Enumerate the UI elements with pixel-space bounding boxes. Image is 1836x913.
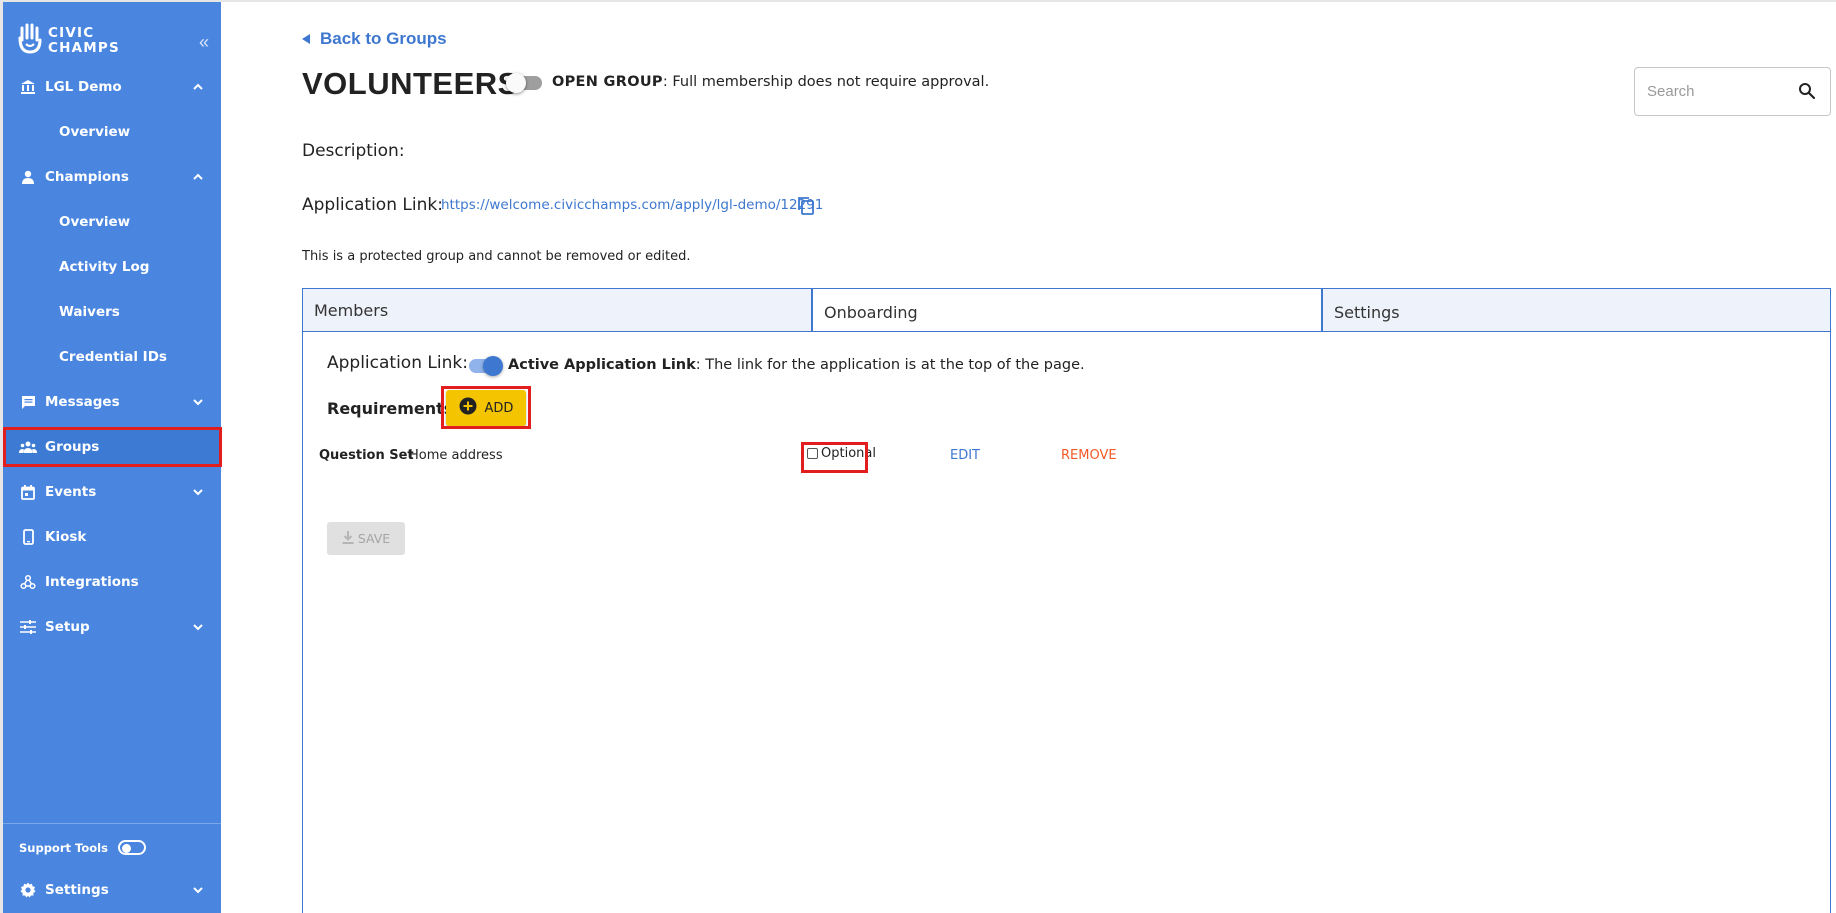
sidebar-subitem-label: Activity Log (59, 259, 150, 275)
active-application-link-text: Active Application Link: The link for th… (508, 357, 1085, 373)
tab-onboarding[interactable]: Onboarding (812, 288, 1322, 332)
support-tools: Support Tools (19, 840, 146, 855)
tab-label: Onboarding (824, 303, 918, 322)
sliders-icon (19, 618, 37, 636)
sidebar-subitem-label: Waivers (59, 304, 120, 320)
sidebar-subitem-activity-log[interactable]: Activity Log (3, 247, 221, 287)
requirements-label: Requirements: (327, 399, 460, 418)
sidebar-item-messages[interactable]: Messages (3, 382, 221, 422)
sidebar-item-label: Integrations (45, 574, 139, 590)
onboarding-application-link-label: Application Link: (327, 353, 468, 373)
sidebar-item-label: Kiosk (45, 529, 87, 545)
add-circle-icon (459, 397, 477, 419)
remove-requirement-link[interactable]: REMOVE (1061, 448, 1117, 463)
phone-icon (19, 528, 37, 546)
integrations-icon (19, 573, 37, 591)
hand-logo-icon (18, 22, 42, 59)
chevron-down-icon (191, 485, 205, 499)
requirement-row: Question Set Home address Optional EDIT … (319, 442, 1319, 473)
sidebar-item-settings[interactable]: Settings (3, 870, 221, 910)
sidebar-item-label: LGL Demo (45, 79, 122, 95)
optional-checkbox[interactable] (807, 448, 818, 459)
sidebar-subitem-credential-ids[interactable]: Credential IDs (3, 337, 221, 377)
message-icon (19, 393, 37, 411)
back-to-groups-link[interactable]: Back to Groups (302, 29, 447, 49)
requirement-name: Home address (409, 448, 503, 463)
optional-label: Optional (821, 446, 876, 461)
active-application-link-toggle[interactable] (469, 356, 503, 376)
sidebar-subitem-label: Overview (59, 124, 131, 140)
support-tools-toggle[interactable] (117, 840, 146, 855)
sidebar-item-lgl-demo[interactable]: LGL Demo (3, 67, 221, 107)
sidebar-subitem-org-overview[interactable]: Overview (3, 112, 221, 152)
sidebar-subitem-champions-overview[interactable]: Overview (3, 202, 221, 242)
logo-line-2: CHAMPS (48, 39, 120, 56)
sidebar-item-label: Champions (45, 169, 129, 185)
sidebar-item-label: Groups (45, 439, 100, 455)
app-logo[interactable]: CIVIC CHAMPS (18, 22, 120, 59)
sidebar-item-integrations[interactable]: Integrations (3, 562, 221, 602)
sidebar-item-label: Setup (45, 619, 90, 635)
protected-note: This is a protected group and cannot be … (302, 249, 691, 264)
edit-requirement-link[interactable]: EDIT (950, 448, 980, 463)
application-link-label: Application Link: (302, 195, 443, 215)
tab-settings[interactable]: Settings (1322, 288, 1831, 332)
save-label: SAVE (357, 531, 391, 546)
open-group-toggle[interactable] (506, 73, 542, 93)
chevron-down-icon (191, 883, 205, 897)
chevron-down-icon (191, 620, 205, 634)
sidebar: CIVIC CHAMPS « LGL Demo Overview Champio… (0, 2, 222, 913)
tab-label: Settings (1334, 303, 1400, 322)
search-icon[interactable] (1798, 82, 1816, 105)
back-label: Back to Groups (320, 29, 447, 48)
open-group-label: OPEN GROUP (552, 74, 663, 90)
copy-icon[interactable] (797, 196, 815, 221)
tab-bar: Members Onboarding Settings (302, 288, 1831, 332)
open-group-desc: : Full membership does not require appro… (662, 74, 990, 90)
logo-line-1: CIVIC (48, 24, 95, 41)
search-box (1634, 67, 1831, 116)
add-label: ADD (484, 400, 514, 416)
requirement-type: Question Set (319, 448, 414, 463)
sidebar-item-events[interactable]: Events (3, 472, 221, 512)
sidebar-subitem-label: Overview (59, 214, 131, 230)
tab-label: Members (314, 301, 389, 320)
collapse-sidebar-icon[interactable]: « (199, 32, 209, 53)
sidebar-subitem-waivers[interactable]: Waivers (3, 292, 221, 332)
page-title: VOLUNTEERS (302, 66, 519, 101)
calendar-icon (19, 483, 37, 501)
top-border (0, 0, 1836, 2)
gear-icon (19, 881, 37, 899)
sidebar-item-label: Settings (45, 882, 109, 898)
sidebar-divider (3, 823, 221, 824)
add-requirement-button[interactable]: ADD (446, 390, 526, 426)
sidebar-item-kiosk[interactable]: Kiosk (3, 517, 221, 557)
sidebar-item-label: Events (45, 484, 97, 500)
sidebar-item-setup[interactable]: Setup (3, 607, 221, 647)
bank-icon (19, 78, 37, 96)
chevron-up-icon (191, 80, 205, 94)
description-label: Description: (302, 141, 405, 161)
sidebar-subitem-label: Credential IDs (59, 349, 167, 365)
support-tools-label: Support Tools (19, 840, 108, 855)
chevron-down-icon (191, 395, 205, 409)
chevron-up-icon (191, 170, 205, 184)
onboarding-panel: Application Link: Active Application Lin… (302, 331, 1831, 913)
person-icon (19, 168, 37, 186)
optional-checkbox-label[interactable]: Optional (807, 446, 876, 461)
open-group-text: OPEN GROUP: Full membership does not req… (552, 74, 989, 90)
groups-icon (19, 438, 37, 456)
application-link-url[interactable]: https://welcome.civicchamps.com/apply/lg… (441, 197, 823, 213)
tab-members[interactable]: Members (302, 288, 812, 332)
save-button[interactable]: SAVE (327, 522, 405, 555)
sidebar-item-label: Messages (45, 394, 120, 410)
sidebar-item-champions[interactable]: Champions (3, 157, 221, 197)
active-link-label: Active Application Link (508, 357, 696, 373)
sidebar-item-groups[interactable]: Groups (3, 427, 221, 467)
search-input[interactable] (1647, 83, 1797, 100)
download-icon (342, 530, 354, 547)
back-arrow-icon (302, 34, 310, 44)
active-link-desc: : The link for the application is at the… (695, 357, 1085, 373)
